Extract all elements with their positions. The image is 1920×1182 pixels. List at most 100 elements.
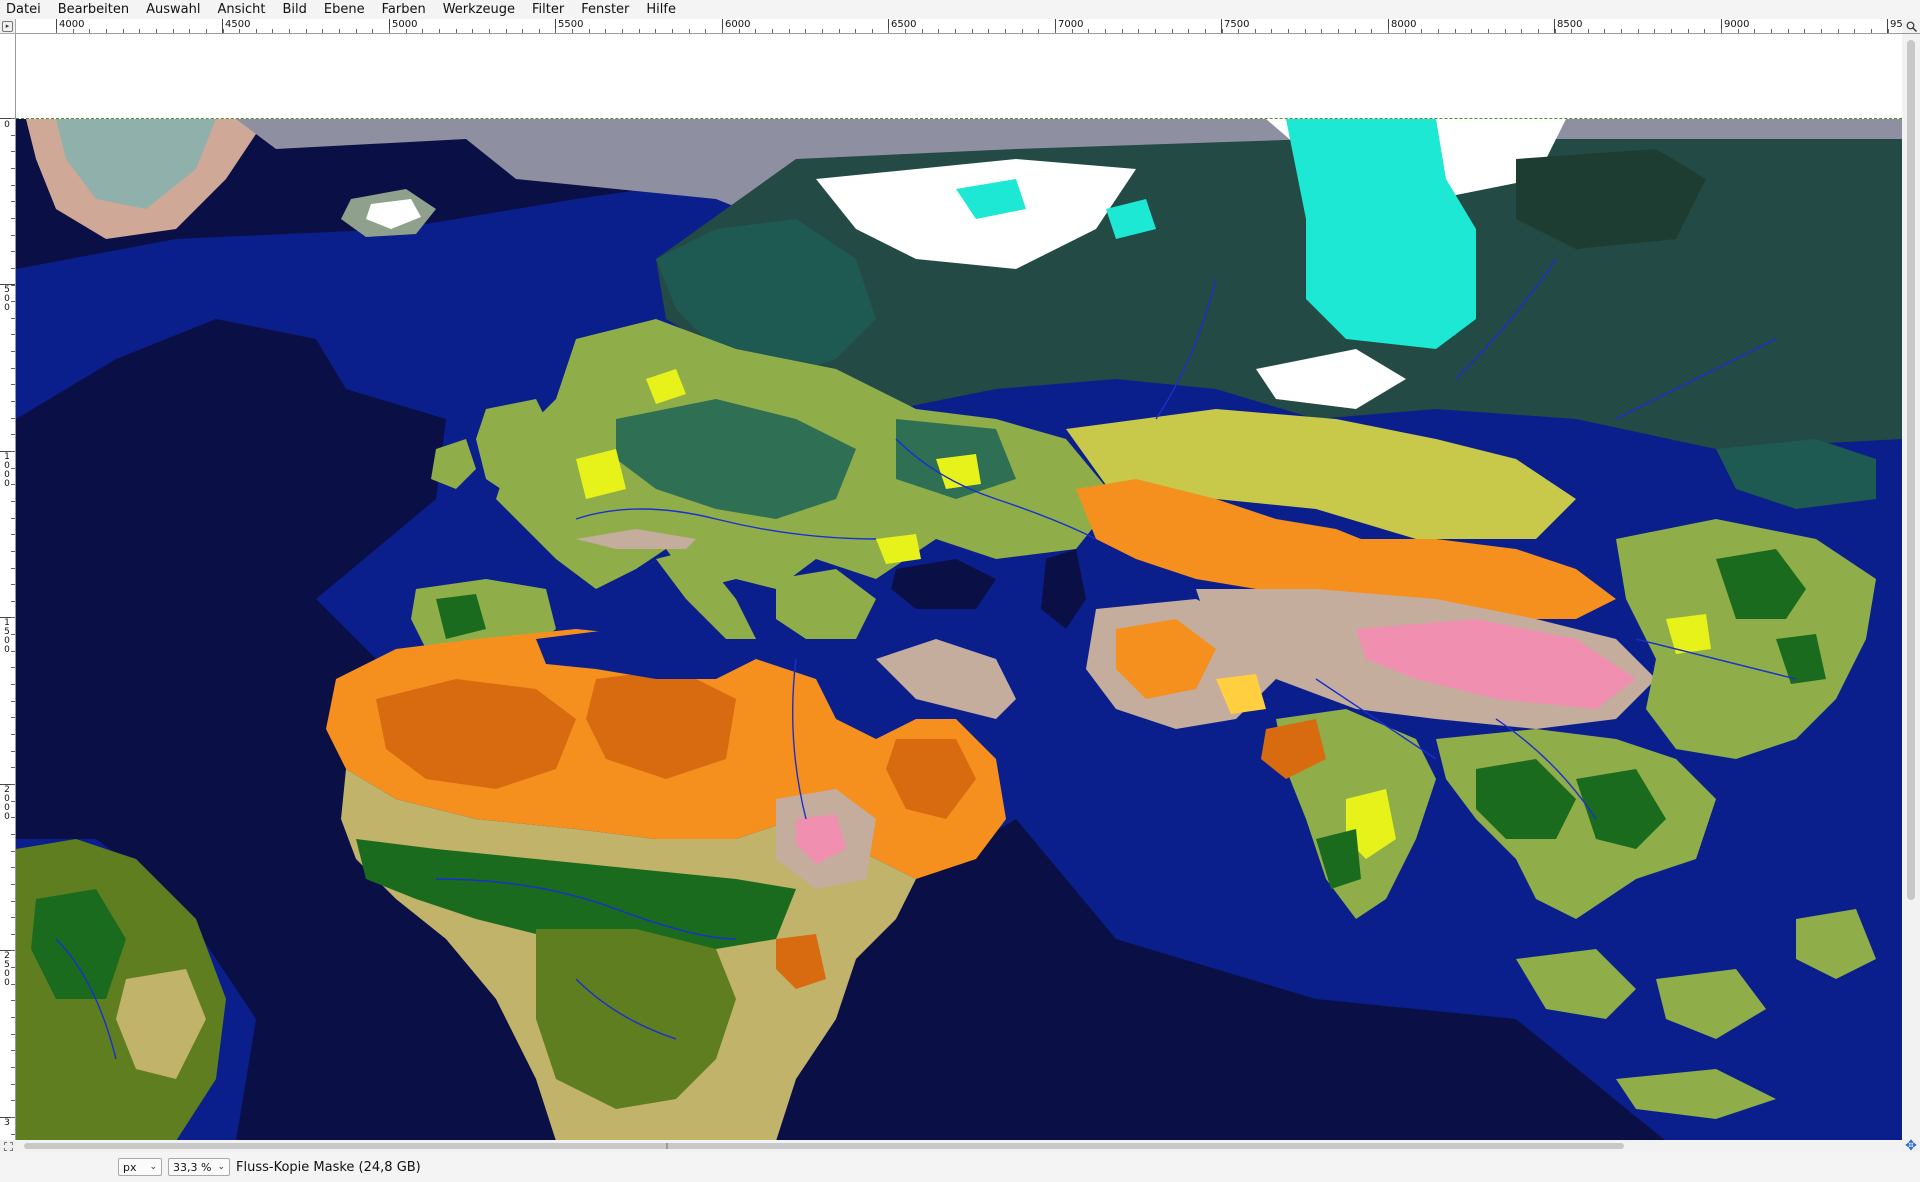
ruler-minor-tick — [1455, 29, 1456, 33]
ruler-minor-tick — [11, 834, 15, 835]
horizontal-scrollbar[interactable] — [16, 1140, 1902, 1152]
ruler-minor-tick — [722, 29, 723, 33]
biome-map-image[interactable] — [16, 118, 1902, 1140]
menu-bild[interactable]: Bild — [283, 0, 307, 19]
menubar: Datei Bearbeiten Auswahl Ansicht Bild Eb… — [0, 0, 1920, 19]
vertical-scrollbar-thumb[interactable] — [1907, 40, 1915, 900]
ruler-minor-tick — [11, 551, 15, 552]
ruler-minor-tick — [56, 29, 57, 33]
quick-mask-toggle[interactable] — [0, 1140, 16, 1152]
vertical-scrollbar[interactable] — [1902, 34, 1920, 1140]
menu-bearbeiten[interactable]: Bearbeiten — [58, 0, 129, 19]
ruler-minor-tick — [11, 151, 15, 152]
ruler-minor-tick — [11, 334, 15, 335]
image-menu-button[interactable]: ▸ — [0, 19, 16, 34]
chevron-down-icon: ⌄ — [217, 1162, 225, 1172]
zoom-on-resize-button[interactable] — [1902, 19, 1920, 34]
ruler-minor-tick — [11, 201, 15, 202]
statusbar: px ⌄ 33,3 % ⌄ Fluss-Kopie Maske (24,8 GB… — [0, 1152, 1920, 1182]
navigate-button[interactable]: ✥ — [1902, 1139, 1920, 1153]
ruler-minor-tick — [11, 168, 15, 169]
ruler-minor-tick — [1771, 29, 1772, 33]
ruler-minor-tick — [1721, 29, 1722, 33]
menu-datei[interactable]: Datei — [6, 0, 41, 19]
ruler-minor-tick — [272, 29, 273, 33]
ruler-minor-tick — [73, 29, 74, 33]
ruler-label: 95 — [1890, 19, 1902, 30]
ruler-label: 6000 — [725, 19, 751, 30]
ruler-minor-tick — [406, 29, 407, 33]
ruler-minor-tick — [1854, 29, 1855, 33]
horizontal-ruler[interactable]: 4000 4500 5000 5500 6000 6500 7000 7500 … — [16, 19, 1902, 34]
ruler-minor-tick — [11, 218, 15, 219]
ruler-minor-tick — [1005, 29, 1006, 33]
ruler-minor-tick — [1088, 29, 1089, 33]
ruler-minor-tick — [139, 29, 140, 33]
ruler-minor-tick — [472, 29, 473, 33]
ruler-minor-tick — [11, 967, 15, 968]
ruler-label: 4000 — [59, 19, 85, 30]
ruler-minor-tick — [11, 634, 15, 635]
ruler-minor-tick — [11, 667, 15, 668]
ruler-minor-tick — [106, 29, 107, 33]
menu-fenster[interactable]: Fenster — [581, 0, 629, 19]
ruler-minor-tick — [11, 1134, 15, 1135]
ruler-label: 8000 — [1391, 19, 1417, 30]
ruler-minor-tick — [11, 401, 15, 402]
ruler-minor-tick — [755, 29, 756, 33]
menu-ansicht[interactable]: Ansicht — [217, 0, 265, 19]
ruler-minor-tick — [11, 468, 15, 469]
ruler-minor-tick — [422, 29, 423, 33]
ruler-minor-tick — [1371, 29, 1372, 33]
ruler-label: 5000 — [392, 19, 418, 30]
ruler-minor-tick — [256, 29, 257, 33]
ruler-minor-tick — [705, 29, 706, 33]
ruler-minor-tick — [1555, 29, 1556, 33]
unit-select[interactable]: px ⌄ — [118, 1158, 162, 1176]
ruler-minor-tick — [872, 29, 873, 33]
menu-werkzeuge[interactable]: Werkzeuge — [443, 0, 515, 19]
ruler-minor-tick — [11, 701, 15, 702]
ruler-minor-tick — [1271, 29, 1272, 33]
ruler-minor-tick — [11, 135, 15, 136]
ruler-minor-tick — [572, 29, 573, 33]
ruler-label: 8500 — [1557, 19, 1583, 30]
vertical-ruler[interactable]: 0 500 1000 1500 2000 2500 3 — [0, 34, 16, 1140]
ruler-minor-tick — [11, 934, 15, 935]
ruler-minor-tick — [11, 851, 15, 852]
ruler-minor-tick — [1538, 29, 1539, 33]
ruler-minor-tick — [539, 29, 540, 33]
ruler-minor-tick — [11, 1117, 15, 1118]
ruler-minor-tick — [11, 434, 15, 435]
menu-hilfe[interactable]: Hilfe — [646, 0, 676, 19]
ruler-minor-tick — [1072, 29, 1073, 33]
image-canvas[interactable] — [16, 34, 1902, 1140]
horizontal-scrollbar-thumb[interactable] — [24, 1143, 1624, 1149]
ruler-minor-tick — [805, 29, 806, 33]
ruler-minor-tick — [555, 29, 556, 33]
ruler-minor-tick — [11, 801, 15, 802]
ruler-minor-tick — [356, 29, 357, 33]
menu-ebene[interactable]: Ebene — [324, 0, 365, 19]
menu-filter[interactable]: Filter — [532, 0, 564, 19]
ruler-minor-tick — [11, 867, 15, 868]
ruler-minor-tick — [1138, 29, 1139, 33]
ruler-minor-tick — [11, 784, 15, 785]
ruler-minor-tick — [11, 617, 15, 618]
ruler-minor-tick — [11, 451, 15, 452]
ruler-minor-tick — [1205, 29, 1206, 33]
menu-auswahl[interactable]: Auswahl — [146, 0, 200, 19]
ruler-minor-tick — [622, 29, 623, 33]
ruler-minor-tick — [822, 29, 823, 33]
ruler-minor-tick — [955, 29, 956, 33]
ruler-minor-tick — [489, 29, 490, 33]
menu-farben[interactable]: Farben — [382, 0, 426, 19]
ruler-minor-tick — [1188, 29, 1189, 33]
ruler-minor-tick — [1888, 29, 1889, 33]
ruler-minor-tick — [1671, 29, 1672, 33]
ruler-minor-tick — [306, 29, 307, 33]
zoom-select[interactable]: 33,3 % ⌄ — [168, 1158, 230, 1176]
ruler-minor-tick — [11, 568, 15, 569]
ruler-label: 2500 — [4, 951, 10, 988]
ruler-minor-tick — [1788, 29, 1789, 33]
